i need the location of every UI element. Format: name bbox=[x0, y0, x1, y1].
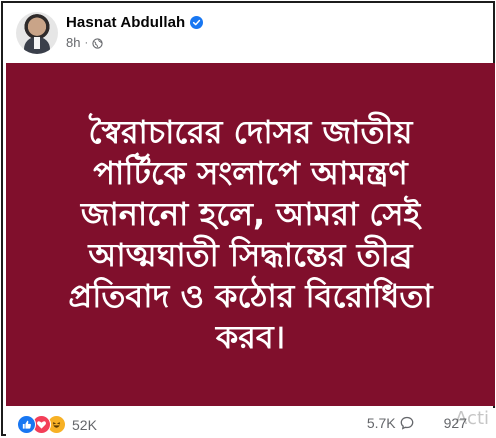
post-header: Hasnat Abdullah 8h · bbox=[16, 12, 476, 56]
author-row: Hasnat Abdullah bbox=[66, 14, 204, 31]
post-stats: 5.7K 927 bbox=[367, 415, 467, 431]
author-name[interactable]: Hasnat Abdullah bbox=[66, 14, 185, 31]
post-card: Hasnat Abdullah 8h · স্বৈরাচারের দোসর জা… bbox=[1, 1, 495, 438]
post-image[interactable]: স্বৈরাচারের দোসর জাতীয় পার্টিকে সংলাপে … bbox=[6, 63, 495, 406]
like-icon bbox=[17, 415, 36, 434]
author-avatar[interactable] bbox=[16, 12, 58, 54]
activation-watermark: Acti bbox=[455, 408, 489, 429]
reaction-summary[interactable]: 52K bbox=[17, 415, 97, 434]
post-footer: 52K 5.7K 927 Acti bbox=[6, 408, 495, 438]
comments-count[interactable]: 5.7K bbox=[367, 415, 396, 431]
verified-badge-icon bbox=[190, 16, 204, 29]
globe-icon[interactable] bbox=[92, 37, 103, 49]
comment-icon[interactable] bbox=[400, 416, 414, 430]
reaction-count: 52K bbox=[72, 416, 97, 433]
post-image-text: স্বৈরাচারের দোসর জাতীয় পার্টিকে সংলাপে … bbox=[68, 112, 433, 356]
post-meta: 8h · bbox=[66, 35, 103, 50]
post-timestamp[interactable]: 8h bbox=[66, 35, 80, 50]
meta-separator: · bbox=[84, 36, 89, 49]
